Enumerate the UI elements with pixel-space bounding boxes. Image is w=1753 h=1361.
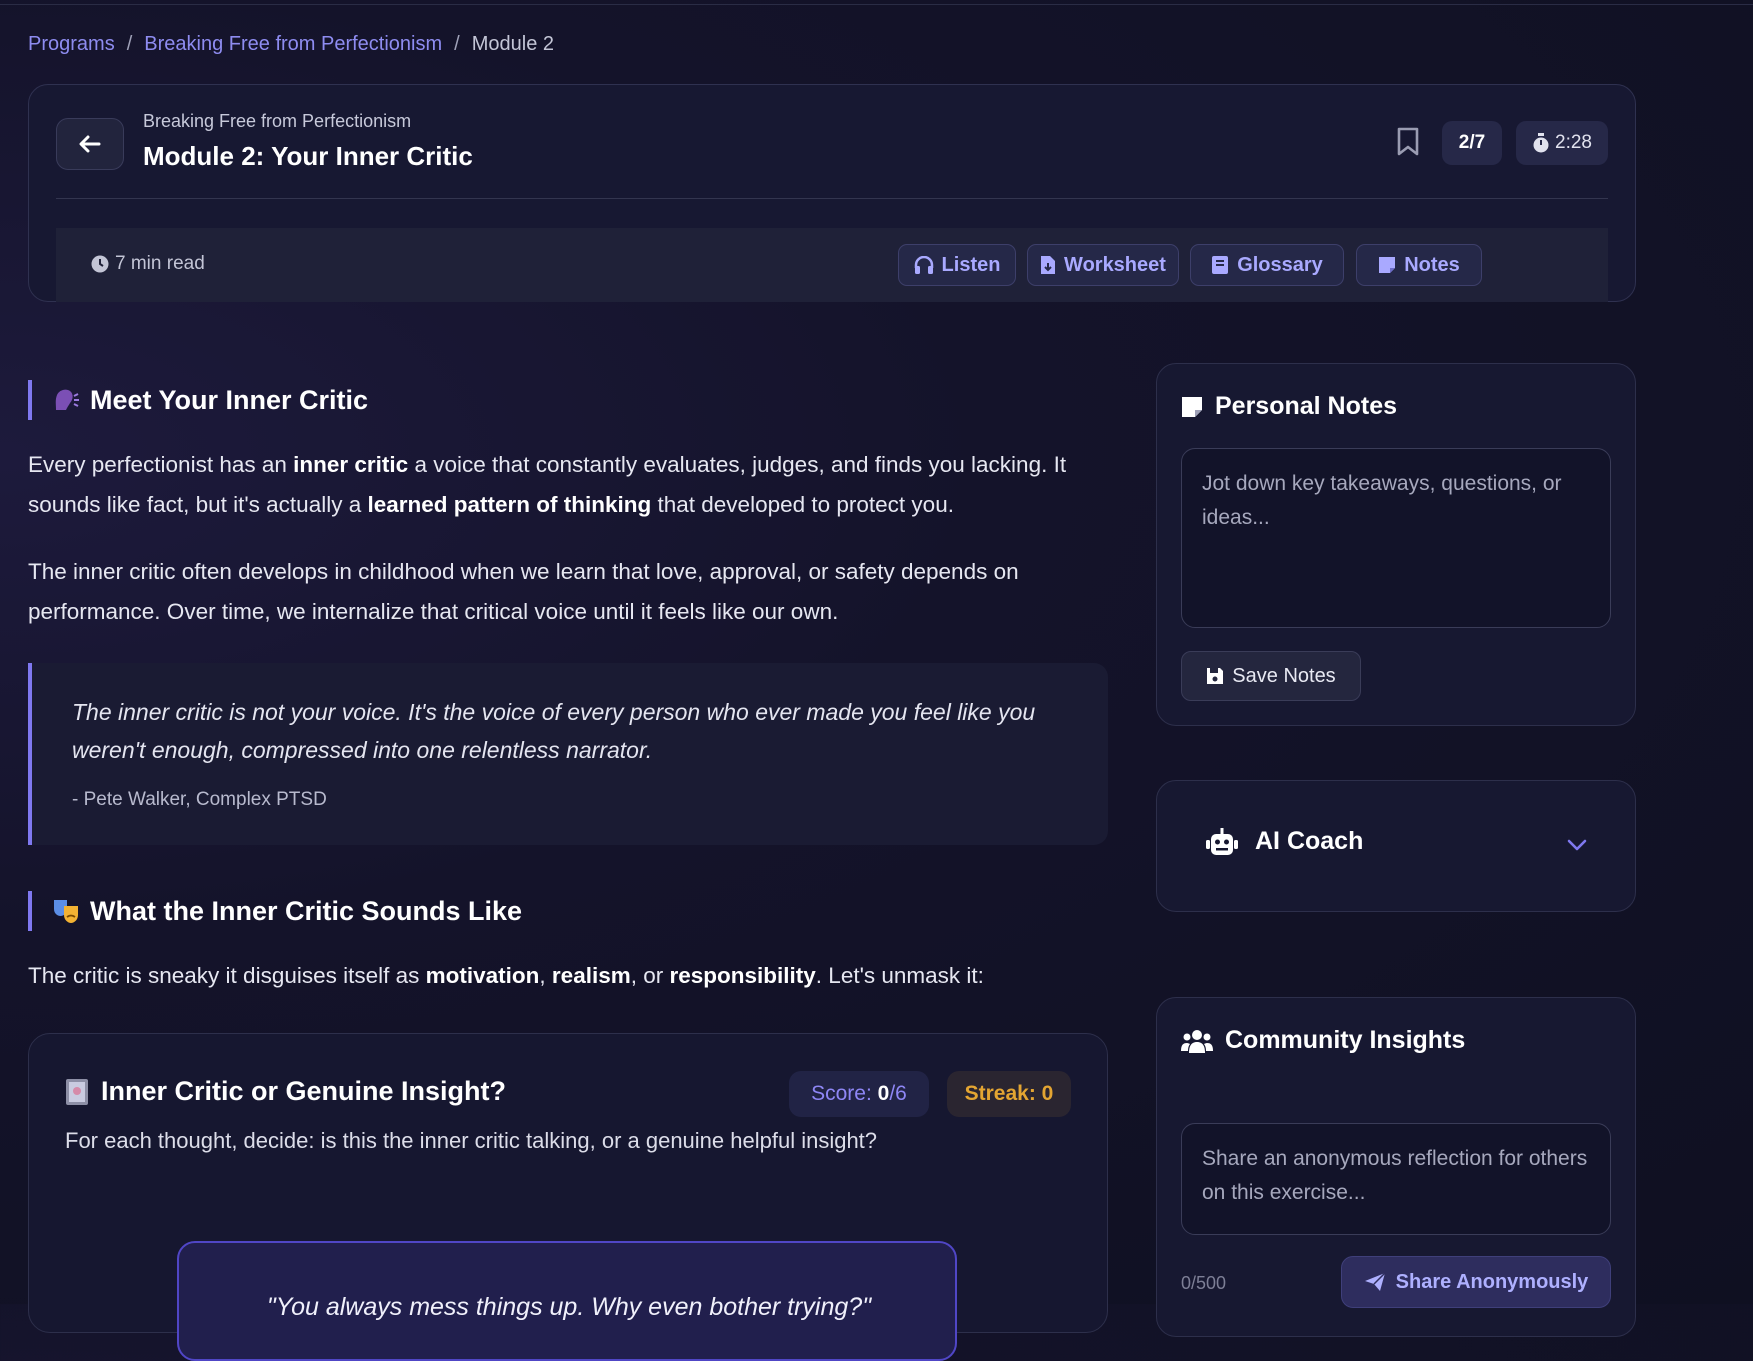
listen-label: Listen (941, 253, 1001, 276)
glossary-button[interactable]: Glossary (1190, 244, 1344, 286)
share-anonymously-button[interactable]: Share Anonymously (1341, 1256, 1611, 1308)
glossary-label: Glossary (1237, 253, 1323, 276)
streak-badge: Streak: 0 (947, 1071, 1071, 1117)
clock-icon (91, 255, 109, 273)
emphasis: motivation (425, 963, 540, 988)
session-timer: 2:28 (1516, 121, 1608, 165)
notes-button[interactable]: Notes (1356, 244, 1482, 286)
panel-heading: AI Coach (1205, 827, 1363, 856)
read-time: 7 min read (91, 253, 205, 275)
community-insights-panel: Community Insights Share an anonymous re… (1156, 997, 1636, 1337)
panel-title: AI Coach (1255, 827, 1364, 855)
notes-label: Notes (1404, 253, 1460, 276)
breadcrumb: Programs / Breaking Free from Perfection… (28, 33, 554, 56)
share-label: Share Anonymously (1395, 1270, 1589, 1293)
save-icon (1207, 668, 1224, 684)
quiz-title: Inner Critic or Genuine Insight? (101, 1076, 507, 1106)
breadcrumb-current: Module 2 (471, 33, 554, 55)
mirror-icon (66, 1078, 88, 1105)
page-title: Module 2: Your Inner Critic (143, 141, 473, 171)
section-heading: What the Inner Critic Sounds Like (28, 891, 522, 931)
section-title: Meet Your Inner Critic (90, 384, 369, 415)
section-title: What the Inner Critic Sounds Like (90, 895, 523, 926)
listen-button[interactable]: Listen (898, 244, 1016, 286)
text: Every perfectionist has an (28, 452, 294, 477)
personal-notes-panel: Personal Notes Jot down key takeaways, q… (1156, 363, 1636, 726)
file-download-icon (1041, 256, 1056, 274)
text: . Let's unmask it: (815, 963, 984, 988)
emphasis: inner critic (293, 452, 409, 477)
breadcrumb-separator: / (126, 33, 133, 55)
emphasis: learned pattern of thinking (367, 492, 652, 517)
streak-label: Streak: (964, 1082, 1042, 1105)
save-notes-button[interactable]: Save Notes (1181, 651, 1361, 701)
character-count: 0/500 (1181, 1273, 1227, 1293)
breadcrumb-separator: / (454, 33, 460, 55)
module-header: Breaking Free from Perfectionism Module … (28, 84, 1636, 302)
panel-heading: Personal Notes (1181, 392, 1397, 421)
book-icon (1212, 256, 1229, 274)
quote-attribution: - Pete Walker, Complex PTSD (72, 789, 327, 810)
thought-text: "You always mess things up. Why even bot… (266, 1293, 872, 1321)
sticky-note-icon (1379, 257, 1396, 273)
program-name: Breaking Free from Perfectionism (143, 111, 412, 131)
breadcrumb-program[interactable]: Breaking Free from Perfectionism (144, 33, 442, 56)
save-notes-label: Save Notes (1232, 664, 1336, 687)
timer-value: 2:28 (1555, 132, 1592, 153)
speaking-head-icon (55, 389, 79, 410)
paragraph: The critic is sneaky it disguises itself… (28, 956, 1118, 996)
panel-title: Personal Notes (1215, 392, 1398, 420)
stopwatch-icon (1533, 133, 1549, 153)
quiz-description: For each thought, decide: is this the in… (65, 1128, 878, 1153)
score-value: 0 (877, 1082, 890, 1105)
arrow-left-icon (79, 135, 101, 153)
divider (56, 198, 1608, 199)
score-label: Score: (811, 1082, 878, 1105)
quiz-heading: Inner Critic or Genuine Insight? (65, 1076, 506, 1107)
streak-value: 0 (1041, 1082, 1054, 1105)
bookmark-icon[interactable] (1395, 127, 1421, 157)
top-border (0, 0, 1753, 5)
emphasis: responsibility (669, 963, 816, 988)
paper-plane-icon (1364, 1272, 1386, 1291)
panel-title: Community Insights (1225, 1026, 1466, 1054)
text: , or (630, 963, 670, 988)
quiz-card: Inner Critic or Genuine Insight? Score: … (28, 1033, 1108, 1361)
text: , (539, 963, 552, 988)
headphones-icon (914, 256, 933, 274)
score-total: /6 (889, 1082, 907, 1105)
worksheet-button[interactable]: Worksheet (1027, 244, 1179, 286)
emphasis: realism (551, 963, 631, 988)
users-icon (1181, 1029, 1213, 1053)
section-heading: Meet Your Inner Critic (28, 380, 368, 420)
back-button[interactable] (56, 118, 124, 170)
robot-icon (1206, 827, 1238, 855)
ai-coach-panel[interactable]: AI Coach (1156, 780, 1636, 912)
text: that developed to protect you. (651, 492, 954, 517)
read-time-label: 7 min read (115, 253, 205, 274)
breadcrumb-programs[interactable]: Programs (28, 33, 115, 56)
pull-quote: The inner critic is not your voice. It's… (28, 663, 1108, 845)
notes-textarea[interactable]: Jot down key takeaways, questions, or id… (1181, 448, 1611, 628)
paragraph: Every perfectionist has an inner critic … (28, 445, 1118, 525)
sticky-note-icon (1182, 396, 1202, 417)
chevron-down-icon[interactable] (1565, 835, 1589, 855)
theater-masks-icon (54, 900, 78, 923)
reflection-textarea[interactable]: Share an anonymous reflection for others… (1181, 1123, 1611, 1235)
panel-heading: Community Insights (1181, 1026, 1465, 1055)
worksheet-label: Worksheet (1064, 253, 1166, 276)
quote-text: The inner critic is not your voice. It's… (72, 699, 1036, 763)
thought-card[interactable]: "You always mess things up. Why even bot… (177, 1241, 957, 1361)
paragraph: The inner critic often develops in child… (28, 559, 1019, 624)
text: The critic is sneaky it disguises itself… (28, 963, 426, 988)
module-toolbar: 7 min read Listen Worksheet Glossary Not… (56, 228, 1608, 302)
module-progress-badge: 2/7 (1442, 121, 1502, 165)
score-badge: Score: 0/6 (789, 1071, 929, 1117)
